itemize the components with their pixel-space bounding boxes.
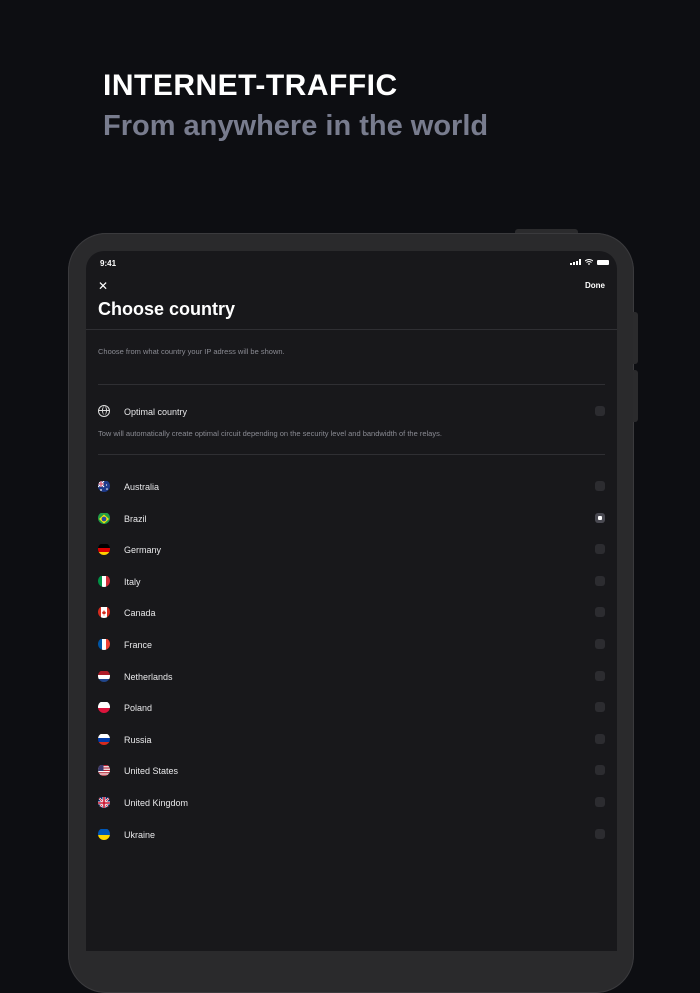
country-label: Ukraine — [124, 829, 156, 840]
country-row[interactable]: United Kingdom — [98, 796, 605, 810]
country-label: Australia — [124, 482, 160, 492]
signal-icon — [570, 259, 581, 265]
country-row[interactable]: Ukraine — [98, 828, 605, 842]
country-radio[interactable] — [595, 544, 605, 555]
status-icons — [570, 259, 609, 265]
russia-flag-icon — [98, 733, 110, 745]
country-row[interactable]: United States — [98, 764, 605, 778]
optimal-country-radio[interactable] — [595, 406, 605, 416]
status-bar: 9:41 — [86, 251, 617, 275]
country-label: Russia — [124, 734, 152, 745]
optimal-country-option[interactable]: Optimal country — [98, 405, 605, 419]
divider — [98, 384, 605, 385]
country-row[interactable]: Poland — [98, 701, 605, 715]
status-time: 9:41 — [100, 259, 117, 268]
divider — [98, 454, 605, 455]
device-volume-up-button — [633, 312, 638, 364]
wifi-icon — [585, 259, 593, 265]
close-button[interactable]: ✕ — [98, 280, 108, 292]
country-radio[interactable] — [595, 512, 605, 523]
country-row[interactable]: Russia — [98, 733, 605, 747]
country-label: Brazil — [124, 513, 147, 524]
country-label: Germany — [124, 545, 162, 556]
germany-flag-icon — [98, 543, 110, 556]
hero-subtitle: From anywhere in the world — [103, 110, 489, 142]
united-kingdom-flag-icon — [98, 796, 110, 808]
australia-flag-icon — [98, 480, 110, 492]
country-radio[interactable] — [595, 733, 605, 744]
country-label: Canada — [124, 608, 156, 619]
country-radio[interactable] — [595, 828, 605, 839]
country-radio[interactable] — [595, 797, 605, 807]
country-radio[interactable] — [595, 481, 605, 491]
country-label: France — [124, 640, 153, 650]
battery-icon — [597, 259, 609, 265]
app-screen: 9:41 ✕ Done Choose country Choose from w… — [86, 251, 617, 951]
country-row[interactable]: Australia — [98, 480, 605, 494]
optimal-country-label: Optimal country — [124, 407, 188, 417]
italy-flag-icon — [98, 575, 110, 587]
country-row[interactable]: France — [98, 638, 605, 652]
brazil-flag-icon — [98, 512, 110, 524]
country-row[interactable]: Brazil — [98, 512, 605, 526]
country-row[interactable]: Netherlands — [98, 670, 605, 684]
country-radio[interactable] — [595, 670, 605, 681]
page-subtitle: Choose from what country your IP adress … — [98, 347, 285, 356]
done-button[interactable]: Done — [585, 281, 605, 290]
country-label: Poland — [124, 703, 153, 714]
canada-flag-icon — [98, 606, 110, 619]
globe-icon — [98, 405, 110, 417]
country-label: United Kingdom — [124, 798, 189, 808]
country-radio[interactable] — [595, 639, 605, 649]
country-radio[interactable] — [595, 607, 605, 618]
country-label: Netherlands — [124, 671, 173, 682]
header-divider — [86, 329, 617, 330]
country-radio[interactable] — [595, 575, 605, 586]
country-radio[interactable] — [595, 702, 605, 713]
hero-title: INTERNET-TRAFFIC — [103, 69, 398, 102]
hero: INTERNET-TRAFFIC From anywhere in the wo… — [103, 68, 488, 145]
country-row[interactable]: Canada — [98, 606, 605, 620]
france-flag-icon — [98, 638, 110, 650]
ukraine-flag-icon — [98, 828, 110, 840]
country-row[interactable]: Germany — [98, 543, 605, 557]
optimal-country-description: Tow will automatically create optimal ci… — [98, 429, 442, 438]
country-label: Italy — [124, 576, 141, 587]
poland-flag-icon — [98, 701, 110, 714]
page-title: Choose country — [98, 299, 236, 319]
united-states-flag-icon — [98, 764, 110, 777]
country-label: United States — [124, 766, 179, 777]
country-radio[interactable] — [595, 765, 605, 776]
country-row[interactable]: Italy — [98, 575, 605, 589]
device-volume-down-button — [633, 370, 638, 422]
netherlands-flag-icon — [98, 670, 110, 682]
